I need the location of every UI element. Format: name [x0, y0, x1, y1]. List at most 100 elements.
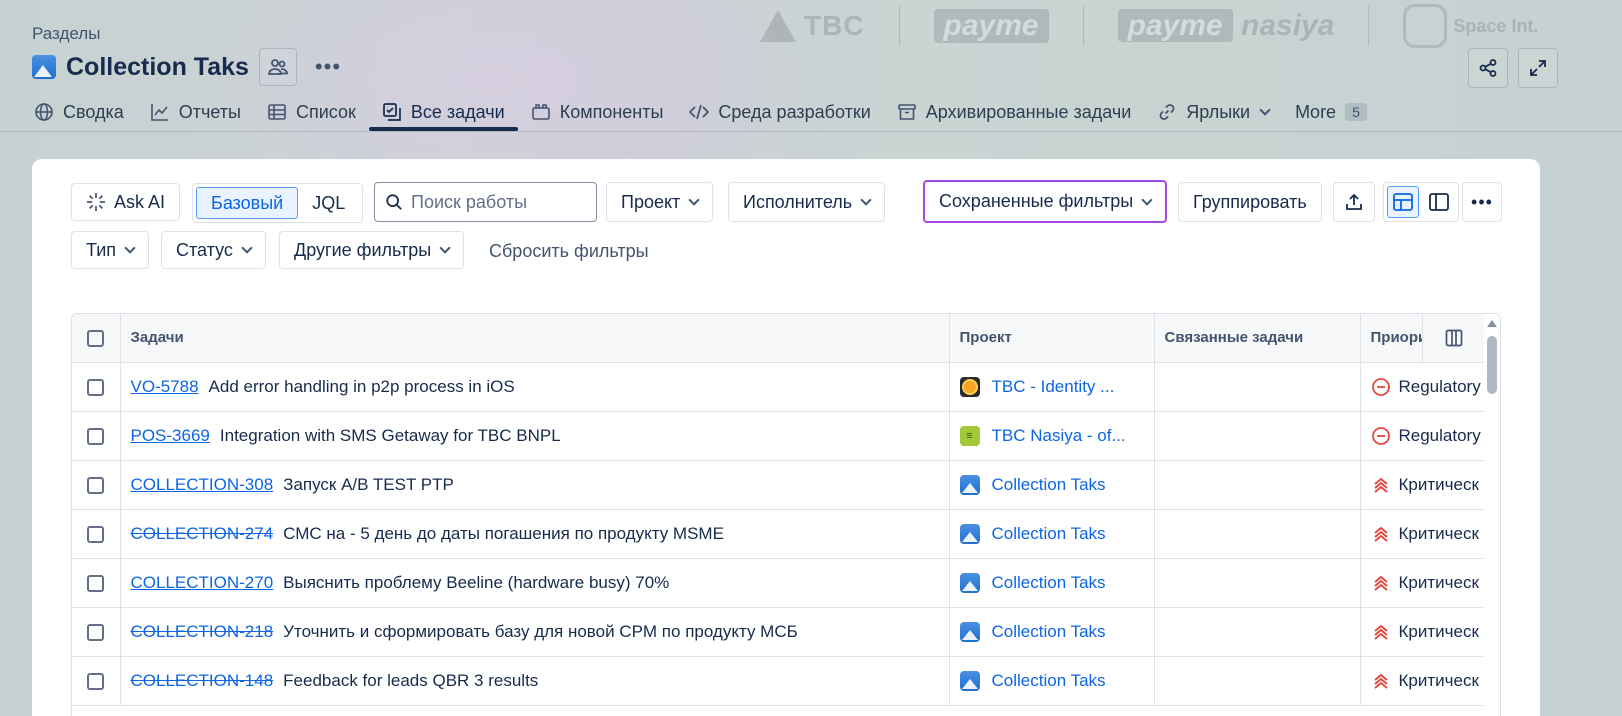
issue-key-link[interactable]: POS-3669	[131, 426, 210, 445]
tab-development[interactable]: Среда разработки	[676, 95, 883, 129]
type-filter[interactable]: Тип	[71, 231, 150, 269]
table-row[interactable]: COLLECTION-148 Feedback for leads QBR 3 r…	[72, 656, 1500, 706]
header-actions	[1468, 48, 1558, 88]
more-actions-button[interactable]: •••	[307, 54, 349, 80]
list-view-button[interactable]	[1387, 186, 1419, 218]
critical-priority-icon	[1373, 575, 1388, 591]
issue-key-link[interactable]: COLLECTION-218	[131, 622, 274, 641]
project-link[interactable]: ≡ TBC Nasiya - of...	[959, 425, 1144, 446]
share-button[interactable]	[1468, 48, 1508, 88]
issues-panel: Ask AI Базовый JQL Проект Исполнитель Со…	[32, 159, 1540, 716]
more-options-button[interactable]: •••	[1462, 182, 1502, 222]
linked-tasks-cell[interactable]	[1154, 558, 1361, 608]
issue-summary[interactable]: СМС на - 5 день до даты погашения по про…	[283, 524, 724, 543]
tab-shortcuts[interactable]: Ярлыки	[1144, 95, 1282, 129]
issue-key-link[interactable]: COLLECTION-148	[131, 671, 274, 690]
table-scrollbar[interactable]	[1484, 314, 1500, 716]
export-button[interactable]	[1333, 182, 1375, 222]
issue-summary[interactable]: Уточнить и сформировать базу для новой C…	[283, 622, 798, 641]
project-tabs: Сводка Отчеты Список Все задачи Компонен…	[34, 95, 1380, 131]
row-checkbox[interactable]	[87, 476, 105, 494]
row-checkbox[interactable]	[87, 623, 105, 641]
column-header-tasks[interactable]: Задачи	[120, 314, 950, 363]
row-checkbox[interactable]	[87, 525, 105, 543]
tbc-logo: TBC	[760, 10, 865, 42]
mode-jql-button[interactable]: JQL	[298, 187, 359, 219]
table-row[interactable]: COLLECTION-274 СМС на - 5 день до даты по…	[72, 509, 1500, 559]
table-row[interactable]: COLLECTION-218 Уточнить и сформировать ба…	[72, 607, 1500, 657]
issue-summary[interactable]: Integration with SMS Getaway for TBC BNP…	[220, 426, 561, 445]
linked-tasks-cell[interactable]	[1154, 362, 1361, 412]
project-link[interactable]: Collection Taks	[959, 474, 1144, 495]
priority-cell[interactable]: Regulatory	[1371, 426, 1492, 446]
issue-summary[interactable]: Выяснить проблему Beeline (hardware busy…	[283, 573, 669, 592]
breadcrumb[interactable]: Разделы	[32, 24, 100, 44]
row-checkbox[interactable]	[87, 378, 105, 396]
row-checkbox[interactable]	[87, 427, 105, 445]
scrollbar-thumb[interactable]	[1487, 336, 1497, 394]
tab-all-tasks[interactable]: Все задачи	[368, 95, 518, 131]
column-header-project[interactable]: Проект	[949, 314, 1155, 363]
issue-key-link[interactable]: COLLECTION-270	[131, 573, 274, 592]
linked-tasks-cell[interactable]	[1154, 656, 1361, 706]
assignee-filter[interactable]: Исполнитель	[728, 182, 886, 222]
priority-cell[interactable]: Критическ	[1371, 524, 1492, 544]
sparkle-icon	[87, 193, 105, 211]
issue-key-link[interactable]: COLLECTION-308	[131, 475, 274, 494]
column-header-linked[interactable]: Связанные задачи	[1154, 314, 1361, 363]
table-row[interactable]: POS-3669 Integration with SMS Getaway for…	[72, 411, 1500, 461]
row-checkbox[interactable]	[87, 672, 105, 690]
priority-cell[interactable]: Критическ	[1371, 671, 1492, 691]
team-button[interactable]	[258, 48, 297, 86]
linked-tasks-cell[interactable]	[1154, 411, 1361, 461]
reset-filters-button[interactable]: Сбросить фильтры	[489, 241, 649, 262]
project-filter[interactable]: Проект	[606, 182, 714, 222]
issue-key-link[interactable]: VO-5788	[131, 377, 199, 396]
tab-components[interactable]: Компоненты	[518, 95, 677, 129]
column-picker-button[interactable]	[1422, 314, 1484, 362]
project-link[interactable]: TBC - Identity ...	[959, 376, 1144, 397]
tab-reports[interactable]: Отчеты	[137, 95, 254, 129]
group-by-button[interactable]: Группировать	[1178, 182, 1322, 222]
issue-summary[interactable]: Feedback for leads QBR 3 results	[283, 671, 538, 690]
ask-ai-button[interactable]: Ask AI	[71, 183, 181, 221]
detail-view-button[interactable]	[1423, 186, 1455, 218]
issue-summary[interactable]: Запуск A/B TEST PTP	[283, 475, 454, 494]
status-filter[interactable]: Статус	[161, 231, 266, 269]
priority-cell[interactable]: Критическ	[1371, 573, 1492, 593]
linked-tasks-cell[interactable]	[1154, 607, 1361, 657]
linked-tasks-cell[interactable]	[1154, 509, 1361, 559]
row-checkbox[interactable]	[87, 574, 105, 592]
tab-archived[interactable]: Архивированные задачи	[884, 95, 1145, 129]
space-int-logo: Space Int.	[1403, 4, 1538, 48]
table-row[interactable]: COLLECTION-270 Выяснить проблему Beeline …	[72, 558, 1500, 608]
tab-summary[interactable]: Сводка	[34, 95, 137, 129]
issue-key-link[interactable]: COLLECTION-274	[131, 524, 274, 543]
search-input[interactable]	[411, 191, 586, 213]
project-link[interactable]: Collection Taks	[959, 621, 1144, 642]
priority-cell[interactable]: Критическ	[1371, 622, 1492, 642]
mode-basic-button[interactable]: Базовый	[196, 187, 299, 219]
linked-tasks-cell[interactable]	[1154, 460, 1361, 510]
scroll-up-arrow-icon[interactable]	[1487, 320, 1497, 327]
ellipsis-icon: •••	[1471, 191, 1493, 212]
table-row[interactable]: COLLECTION-308 Запуск A/B TEST PTP Collect…	[72, 460, 1500, 510]
priority-cell[interactable]: Критическ	[1371, 475, 1492, 495]
select-all-checkbox[interactable]	[87, 329, 105, 347]
table-view-icon	[1393, 193, 1413, 211]
project-link[interactable]: Collection Taks	[959, 572, 1144, 593]
priority-label: Критическ	[1398, 621, 1479, 641]
search-field[interactable]	[374, 182, 597, 222]
tab-more[interactable]: More 5	[1282, 95, 1380, 129]
components-icon	[531, 102, 551, 122]
tab-list[interactable]: Список	[254, 95, 369, 129]
other-filters[interactable]: Другие фильтры	[279, 231, 465, 269]
saved-filters-dropdown[interactable]: Сохраненные фильтры	[923, 180, 1168, 223]
archive-icon	[897, 102, 917, 122]
project-link[interactable]: Collection Taks	[959, 523, 1144, 544]
fullscreen-button[interactable]	[1518, 48, 1558, 88]
priority-cell[interactable]: Regulatory	[1371, 377, 1492, 397]
project-link[interactable]: Collection Taks	[959, 670, 1144, 691]
issue-summary[interactable]: Add error handling in p2p process in iOS	[209, 377, 515, 396]
table-row[interactable]: VO-5788 Add error handling in p2p process…	[72, 362, 1500, 412]
